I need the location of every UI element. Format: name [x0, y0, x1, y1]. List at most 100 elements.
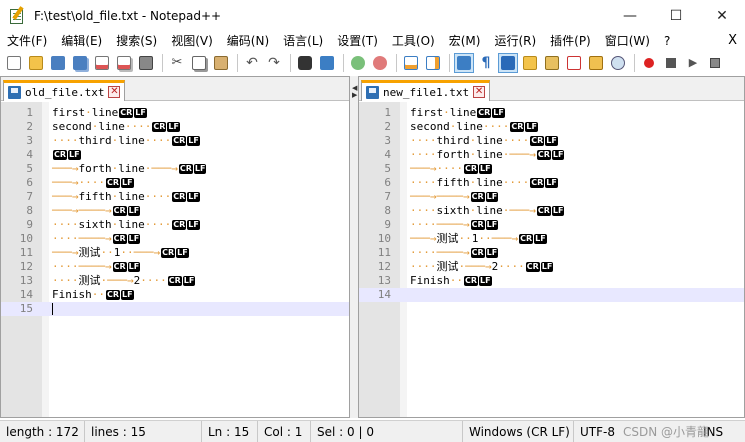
tab-close-icon[interactable]: ✕ — [108, 86, 121, 98]
code-line[interactable]: 9 ····────→ CR LF — [359, 218, 744, 232]
line-text: ····────→ CR LF — [52, 260, 141, 273]
copy-icon[interactable] — [189, 53, 209, 73]
line-text: ───→────→ CR LF — [52, 204, 141, 217]
line-number: 1 — [26, 106, 33, 119]
menu-language[interactable]: 语言(L) — [276, 31, 330, 51]
line-number: 10 — [19, 232, 33, 245]
tab-old-file[interactable]: old_file.txt ✕ — [3, 80, 126, 101]
code-line[interactable]: 11 ───→测试··1··───→ CR LF — [1, 246, 349, 260]
close-window-button[interactable]: ✕ — [699, 0, 745, 31]
indent-guide-icon[interactable] — [498, 52, 518, 73]
record-macro-icon[interactable] — [639, 53, 659, 73]
cr-marker: CR — [172, 192, 187, 202]
left-editor[interactable]: 1 first·line CR LF 2 second·line···· CR LF 3 ····… — [1, 102, 349, 417]
code-line[interactable]: 1 first·line CR LF — [1, 106, 349, 120]
sync-vertical-icon[interactable] — [401, 53, 421, 73]
open-file-icon[interactable] — [26, 53, 46, 73]
tab-new-file1[interactable]: new_file1.txt ✕ — [361, 80, 491, 101]
code-line[interactable]: 6 ····fifth·line···· CR LF — [359, 176, 744, 190]
lf-marker: LF — [193, 164, 207, 174]
code-line[interactable]: 5 ───→···· CR LF — [359, 162, 744, 176]
code-line[interactable]: 3 ····third·line···· CR LF — [1, 134, 349, 148]
right-code-lines: 1 first·line CR LF 2 second·line···· CR LF 3 ····… — [359, 106, 744, 302]
code-line[interactable]: 5 ───→forth·line·───→ CR LF — [1, 162, 349, 176]
line-text: ───→forth·line·───→ CR LF — [52, 162, 207, 175]
play-macro-icon[interactable]: ▶ — [683, 53, 703, 73]
code-line[interactable]: 8 ───→────→ CR LF — [1, 204, 349, 218]
stop-record-icon[interactable] — [661, 53, 681, 73]
code-line[interactable]: 8 ····sixth·line·───→ CR LF — [359, 204, 744, 218]
right-editor-pane: new_file1.txt ✕ 1 first·line CR LF 2 second·l… — [358, 76, 745, 418]
close-icon[interactable] — [92, 53, 112, 73]
word-wrap-icon[interactable] — [454, 52, 474, 73]
print-icon[interactable] — [136, 53, 156, 73]
line-text: first·line CR LF — [52, 106, 147, 119]
menu-run[interactable]: 运行(R) — [487, 31, 543, 51]
folder-workspace-icon[interactable] — [586, 53, 606, 73]
right-editor[interactable]: 1 first·line CR LF 2 second·line···· CR LF 3 ····… — [359, 102, 744, 417]
menu-file[interactable]: 文件(F) — [0, 31, 54, 51]
code-line[interactable]: 11 ····────→ CR LF — [359, 246, 744, 260]
code-line[interactable]: 1 first·line CR LF — [359, 106, 744, 120]
menu-help[interactable]: ? — [657, 31, 677, 51]
new-file-icon[interactable] — [4, 53, 24, 73]
menu-tools[interactable]: 工具(O) — [385, 31, 442, 51]
code-line[interactable]: 2 second·line···· CR LF — [1, 120, 349, 134]
pane-splitter[interactable] — [350, 76, 358, 418]
code-line[interactable]: 14 — [359, 288, 744, 302]
code-line[interactable]: 7 ───→fifth·line···· CR LF — [1, 190, 349, 204]
menu-edit[interactable]: 编辑(E) — [54, 31, 109, 51]
code-line[interactable]: 10 ───→测试··1··───→ CR LF — [359, 232, 744, 246]
cr-marker: CR — [477, 108, 492, 118]
udl-icon[interactable] — [520, 53, 540, 73]
menu-plugins[interactable]: 插件(P) — [543, 31, 598, 51]
status-sel: Sel : 0 | 0 — [311, 420, 463, 442]
code-line[interactable]: 3 ····third·line···· CR LF — [359, 134, 744, 148]
maximize-button[interactable]: ☐ — [653, 0, 699, 31]
code-line[interactable]: 15 — [1, 302, 349, 316]
splitter-arrows-icon[interactable]: ◀ ▶ — [352, 85, 357, 99]
code-line[interactable]: 13 ····测试·───→2···· CR LF — [1, 274, 349, 288]
code-line[interactable]: 12 ····测试·───→2···· CR LF — [359, 260, 744, 274]
sync-horizontal-icon[interactable] — [423, 53, 443, 73]
replace-icon[interactable] — [317, 53, 337, 73]
minimize-button[interactable]: — — [607, 0, 653, 31]
paste-icon[interactable] — [211, 53, 231, 73]
undo-icon[interactable]: ↶ — [242, 53, 262, 73]
menu-window[interactable]: 窗口(W) — [598, 31, 657, 51]
tab-close-icon[interactable]: ✕ — [473, 86, 486, 98]
cr-marker: CR — [106, 290, 121, 300]
show-all-chars-icon[interactable]: ¶ — [476, 53, 496, 73]
code-line[interactable]: 12 ····────→ CR LF — [1, 260, 349, 274]
function-list-icon[interactable] — [564, 53, 584, 73]
menu-settings[interactable]: 设置(T) — [330, 31, 385, 51]
code-line[interactable]: 10 ····────→ CR LF — [1, 232, 349, 246]
menu-macro[interactable]: 宏(M) — [442, 31, 488, 51]
menu-encoding[interactable]: 编码(N) — [220, 31, 276, 51]
save-icon[interactable] — [48, 53, 68, 73]
code-line[interactable]: 14 Finish·· CR LF — [1, 288, 349, 302]
code-line[interactable]: 4 CR LF — [1, 148, 349, 162]
code-line[interactable]: 13 Finish·· CR LF — [359, 274, 744, 288]
code-line[interactable]: 9 ····sixth·line···· CR LF — [1, 218, 349, 232]
code-line[interactable]: 7 ───→────→ CR LF — [359, 190, 744, 204]
redo-icon[interactable]: ↷ — [264, 53, 284, 73]
lf-marker: LF — [134, 108, 147, 118]
zoom-in-icon[interactable] — [348, 53, 368, 73]
cut-icon[interactable]: ✂ — [167, 53, 187, 73]
save-all-icon[interactable] — [70, 53, 90, 73]
code-line[interactable]: 2 second·line···· CR LF — [359, 120, 744, 134]
doc-map-icon[interactable] — [542, 53, 562, 73]
menu-view[interactable]: 视图(V) — [164, 31, 220, 51]
code-line[interactable]: 4 ····forth·line·───→ CR LF — [359, 148, 744, 162]
run-macro-icon[interactable] — [705, 53, 725, 73]
status-lines: lines : 15 — [85, 420, 202, 442]
close-document-button[interactable]: X — [728, 31, 737, 51]
close-all-icon[interactable] — [114, 53, 134, 73]
code-line[interactable]: 6 ───→···· CR LF — [1, 176, 349, 190]
find-icon[interactable] — [295, 53, 315, 73]
menu-search[interactable]: 搜索(S) — [109, 31, 164, 51]
zoom-out-icon[interactable] — [370, 53, 390, 73]
lf-marker: LF — [551, 206, 565, 216]
monitor-icon[interactable] — [608, 53, 628, 73]
